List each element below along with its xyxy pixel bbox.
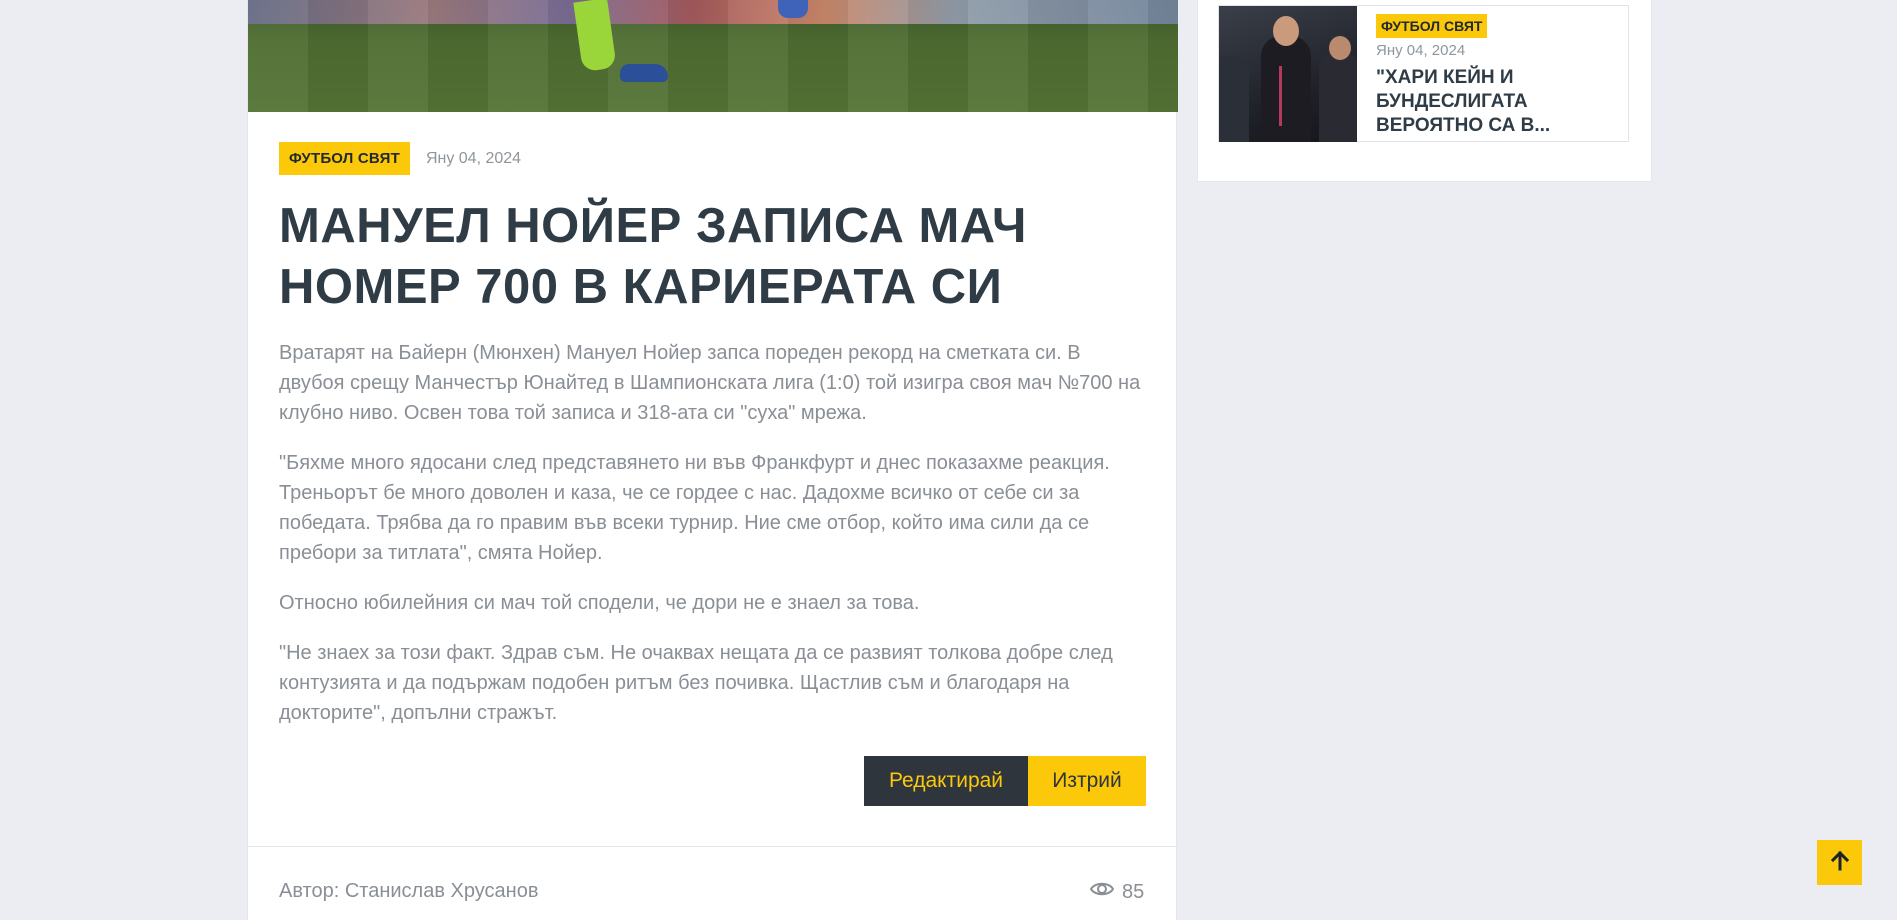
view-count-value: 85 (1122, 880, 1145, 903)
view-count: 85 (1089, 880, 1145, 904)
article-hero-image (248, 0, 1178, 112)
related-category-badge[interactable]: ФУТБОЛ СВЯТ (1376, 14, 1488, 38)
related-article-card[interactable]: ФУТБОЛ СВЯТ Яну 04, 2024 "ХАРИ КЕЙН И БУ… (1218, 5, 1629, 142)
article-paragraph: Относно юбилейния си мач той сподели, че… (279, 592, 920, 614)
article-date: Яну 04, 2024 (425, 149, 522, 167)
sidebar: ФУТБОЛ СВЯТ Яну 04, 2024 "ХАРИ КЕЙН И БУ… (1197, 0, 1652, 182)
divider (248, 846, 1178, 847)
related-article-title[interactable]: "ХАРИ КЕЙН И БУНДЕСЛИГАТА ВЕРОЯТНО СА В.… (1376, 66, 1616, 138)
article-author: Автор: Станислав Хрусанов (279, 880, 539, 902)
related-article-date: Яну 04, 2024 (1376, 42, 1466, 59)
article-actions: Редактирай Изтрий (864, 756, 1146, 806)
player-glove (778, 0, 808, 18)
article-paragraph: "Бяхме много ядосани след представянето … (279, 452, 1110, 564)
eye-icon (1089, 880, 1115, 904)
related-article-body: ФУТБОЛ СВЯТ Яну 04, 2024 "ХАРИ КЕЙН И БУ… (1357, 6, 1616, 141)
article-paragraph: "Не знаех за този факт. Здрав съм. Не оч… (279, 642, 1113, 724)
article-meta: ФУТБОЛ СВЯТ Яну 04, 2024 (279, 142, 521, 175)
edit-button[interactable]: Редактирай (864, 756, 1028, 806)
related-article-thumbnail[interactable] (1219, 6, 1357, 142)
article-card: ФУТБОЛ СВЯТ Яну 04, 2024 МАНУЕЛ НОЙЕР ЗА… (247, 0, 1178, 920)
article-title: МАНУЕЛ НОЙЕР ЗАПИСА МАЧ НОМЕР 700 В КАРИ… (279, 199, 1027, 314)
player-boot (620, 64, 668, 82)
arrow-up-icon (1830, 850, 1849, 874)
category-badge[interactable]: ФУТБОЛ СВЯТ (279, 142, 410, 175)
scroll-to-top-button[interactable] (1817, 840, 1862, 885)
delete-button[interactable]: Изтрий (1028, 756, 1146, 806)
article-body: Вратарят на Байерн (Мюнхен) Мануел Нойер… (279, 338, 1149, 748)
article-paragraph: Вратарят на Байерн (Мюнхен) Мануел Нойер… (279, 342, 1141, 424)
